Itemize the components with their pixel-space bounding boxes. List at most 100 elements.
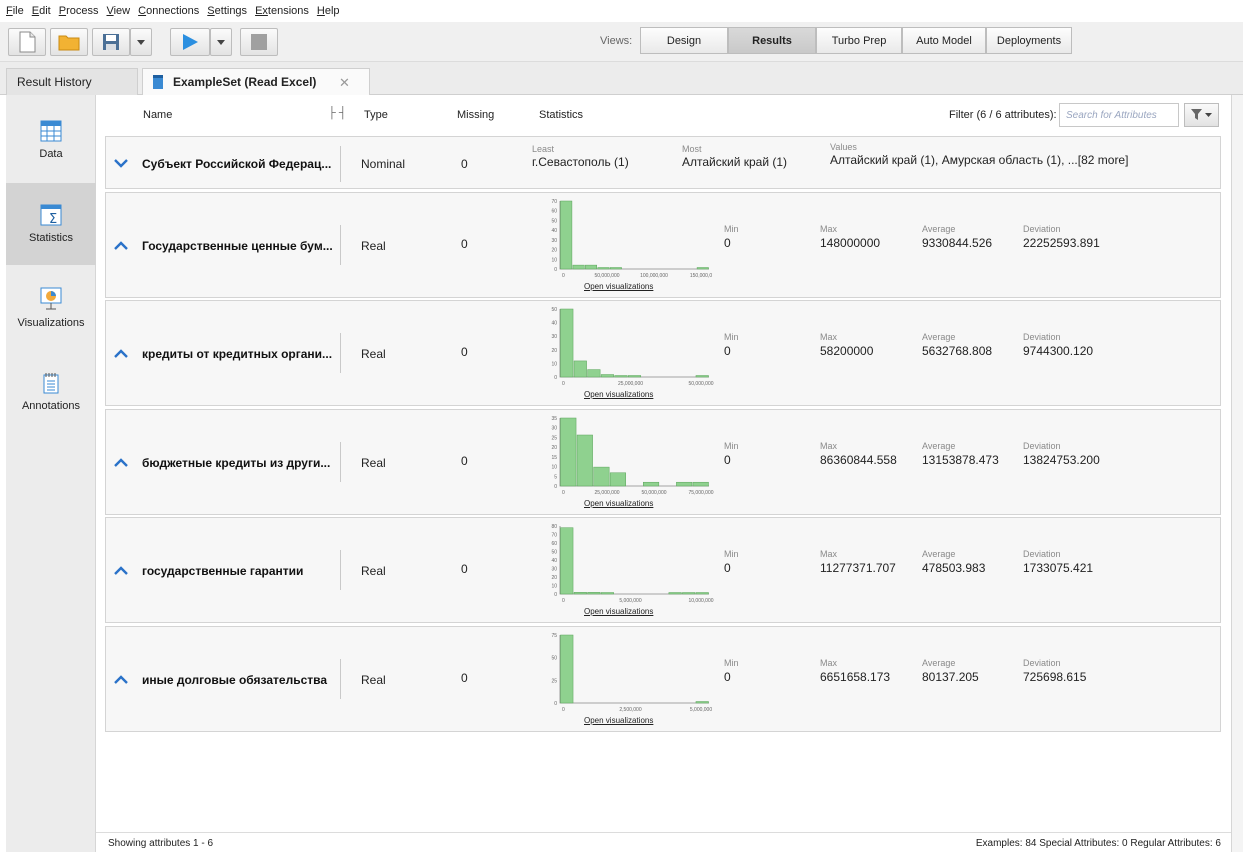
- stop-icon: [251, 34, 267, 50]
- status-bar: Showing attributes 1 - 6 Examples: 84 Sp…: [96, 832, 1231, 852]
- column-missing-header[interactable]: Missing: [457, 109, 494, 121]
- attribute-missing: 0: [461, 454, 468, 468]
- tab-result-history[interactable]: Result History: [6, 68, 138, 95]
- deviation-label: Deviation: [1023, 332, 1061, 342]
- attribute-row-2[interactable]: кредиты от кредитных органи... Real 0 Min 0 M…: [105, 300, 1221, 406]
- tab-exampleset[interactable]: ExampleSet (Read Excel) ✕: [142, 68, 370, 95]
- stop-process-button[interactable]: [240, 28, 278, 56]
- average-label: Average: [922, 224, 956, 234]
- histogram-bar: [692, 481, 709, 487]
- attribute-type: Real: [361, 347, 386, 361]
- histogram-y-tick: 50: [551, 218, 557, 224]
- deviation-value: 1733075.421: [1023, 561, 1094, 575]
- menu-extensions[interactable]: Extensions: [255, 5, 309, 17]
- view-tab-results[interactable]: Results: [728, 27, 816, 54]
- collapse-chevron-icon[interactable]: [114, 158, 128, 168]
- result-tab-strip: Result History ExampleSet (Read Excel) ✕: [0, 62, 1243, 95]
- deviation-value: 22252593.891: [1023, 236, 1100, 250]
- max-label: Max: [820, 224, 838, 234]
- attribute-row-5[interactable]: иные долговые обязательства Real 0 Min 0 Max 6…: [105, 626, 1221, 732]
- search-attributes-input[interactable]: Search for Attributes: [1059, 103, 1179, 127]
- attribute-row-1[interactable]: Государственные ценные бум... Real 0 Min 0 Ma…: [105, 192, 1221, 298]
- nav-item-annotations[interactable]: Annotations: [6, 351, 96, 433]
- attribute-name: кредиты от кредитных органи...: [142, 347, 333, 361]
- menu-process[interactable]: Process: [59, 5, 99, 17]
- histogram[interactable]: 80 70 60 50 40 30 20 10 00 5,000,000 10,000,000: [546, 522, 716, 606]
- histogram[interactable]: 50 40 30 20 10 00 25,000,000 50,000,000: [546, 305, 716, 389]
- histogram-bar: [573, 360, 587, 378]
- run-dropdown-button[interactable]: [210, 28, 232, 56]
- expand-chevron-icon[interactable]: [114, 675, 128, 685]
- new-document-icon: [19, 31, 36, 53]
- new-process-button[interactable]: [8, 28, 46, 56]
- histogram-x-tick: 2,500,000: [619, 707, 641, 713]
- histogram-axes: [559, 635, 709, 704]
- run-process-button[interactable]: [170, 28, 210, 56]
- attribute-row-4[interactable]: государственные гарантии Real 0 Min 0 Max 1127…: [105, 517, 1221, 623]
- histogram-x-tick: 5,000,000: [690, 707, 712, 713]
- histogram[interactable]: 35 30 25 20 15 10 5 00 25,000,000 50,000,000 75,00…: [546, 414, 716, 498]
- histogram-x-tick: 75,000,000: [688, 490, 713, 496]
- average-value: 80137.205: [922, 670, 979, 684]
- histogram[interactable]: 70 60 50 40 30 20 10 00 50,000,000 100,000,000 150…: [546, 197, 716, 281]
- attribute-row-3[interactable]: бюджетные кредиты из други... Real 0 Min 0 Ma…: [105, 409, 1221, 515]
- column-statistics-header[interactable]: Statistics: [539, 109, 583, 121]
- filter-icon: [1190, 109, 1212, 120]
- view-tab-deployments[interactable]: Deployments: [986, 27, 1072, 54]
- nav-item-visualizations[interactable]: Visualizations: [6, 267, 96, 349]
- save-button[interactable]: [92, 28, 130, 56]
- save-dropdown-button[interactable]: [130, 28, 152, 56]
- histogram-y-tick: 20: [551, 348, 557, 354]
- deviation-label: Deviation: [1023, 441, 1061, 451]
- histogram-bar: [593, 466, 610, 487]
- expand-chevron-icon[interactable]: [114, 566, 128, 576]
- histogram-bar: [676, 481, 693, 487]
- menu-settings[interactable]: Settings: [207, 5, 247, 17]
- average-value: 478503.983: [922, 561, 986, 575]
- menu-file[interactable]: File: [6, 5, 24, 17]
- nav-item-statistics-label: Statistics: [28, 232, 73, 244]
- close-tab-icon[interactable]: ✕: [339, 75, 350, 91]
- open-visualizations-link[interactable]: Open visualizations: [584, 499, 653, 508]
- min-value: 0: [724, 561, 731, 575]
- menu-edit[interactable]: Edit: [32, 5, 51, 17]
- open-visualizations-link[interactable]: Open visualizations: [584, 390, 653, 399]
- max-label: Max: [820, 658, 838, 668]
- max-label: Max: [820, 549, 838, 559]
- open-visualizations-link[interactable]: Open visualizations: [584, 716, 653, 725]
- min-value: 0: [724, 670, 731, 684]
- view-tab-auto-model[interactable]: Auto Model: [902, 27, 986, 54]
- menu-connections[interactable]: Connections: [138, 5, 199, 17]
- expand-chevron-icon[interactable]: [114, 241, 128, 251]
- nav-item-statistics[interactable]: Σ Statistics: [6, 183, 96, 265]
- deviation-label: Deviation: [1023, 658, 1061, 668]
- nav-item-data[interactable]: Data: [6, 99, 96, 181]
- column-name-header[interactable]: Name: [143, 109, 172, 121]
- histogram-y-tick: 10: [551, 257, 557, 263]
- expand-chevron-icon[interactable]: [114, 458, 128, 468]
- open-visualizations-link[interactable]: Open visualizations: [584, 282, 653, 291]
- expand-chevron-icon[interactable]: [114, 349, 128, 359]
- histogram[interactable]: 75 50 25 00 2,500,000 5,000,000: [546, 631, 716, 715]
- folder-icon: [58, 35, 80, 51]
- attribute-row-0[interactable]: Субъект Российской Федерац... Nominal 0 …: [105, 136, 1221, 189]
- attribute-missing: 0: [461, 345, 468, 359]
- column-type-header[interactable]: Type: [364, 109, 388, 121]
- attribute-name: Субъект Российской Федерац...: [142, 157, 332, 171]
- deviation-value: 725698.615: [1023, 670, 1087, 684]
- filter-menu-button[interactable]: [1184, 103, 1219, 127]
- average-value: 5632768.808: [922, 344, 993, 358]
- view-tab-turbo-prep[interactable]: Turbo Prep: [816, 27, 902, 54]
- svg-text:Σ: Σ: [49, 212, 57, 226]
- menu-help[interactable]: Help: [317, 5, 340, 17]
- attribute-name: иные долговые обязательства: [142, 673, 328, 687]
- average-value: 9330844.526: [922, 236, 993, 250]
- open-process-button[interactable]: [50, 28, 88, 56]
- histogram-x-tick: 0: [562, 707, 565, 713]
- menu-view[interactable]: View: [106, 5, 130, 17]
- attribute-type: Real: [361, 239, 386, 253]
- histogram-bar: [609, 267, 622, 270]
- column-resize-handle[interactable]: ├ ┤: [328, 107, 347, 119]
- open-visualizations-link[interactable]: Open visualizations: [584, 607, 653, 616]
- view-tab-design[interactable]: Design: [640, 27, 728, 54]
